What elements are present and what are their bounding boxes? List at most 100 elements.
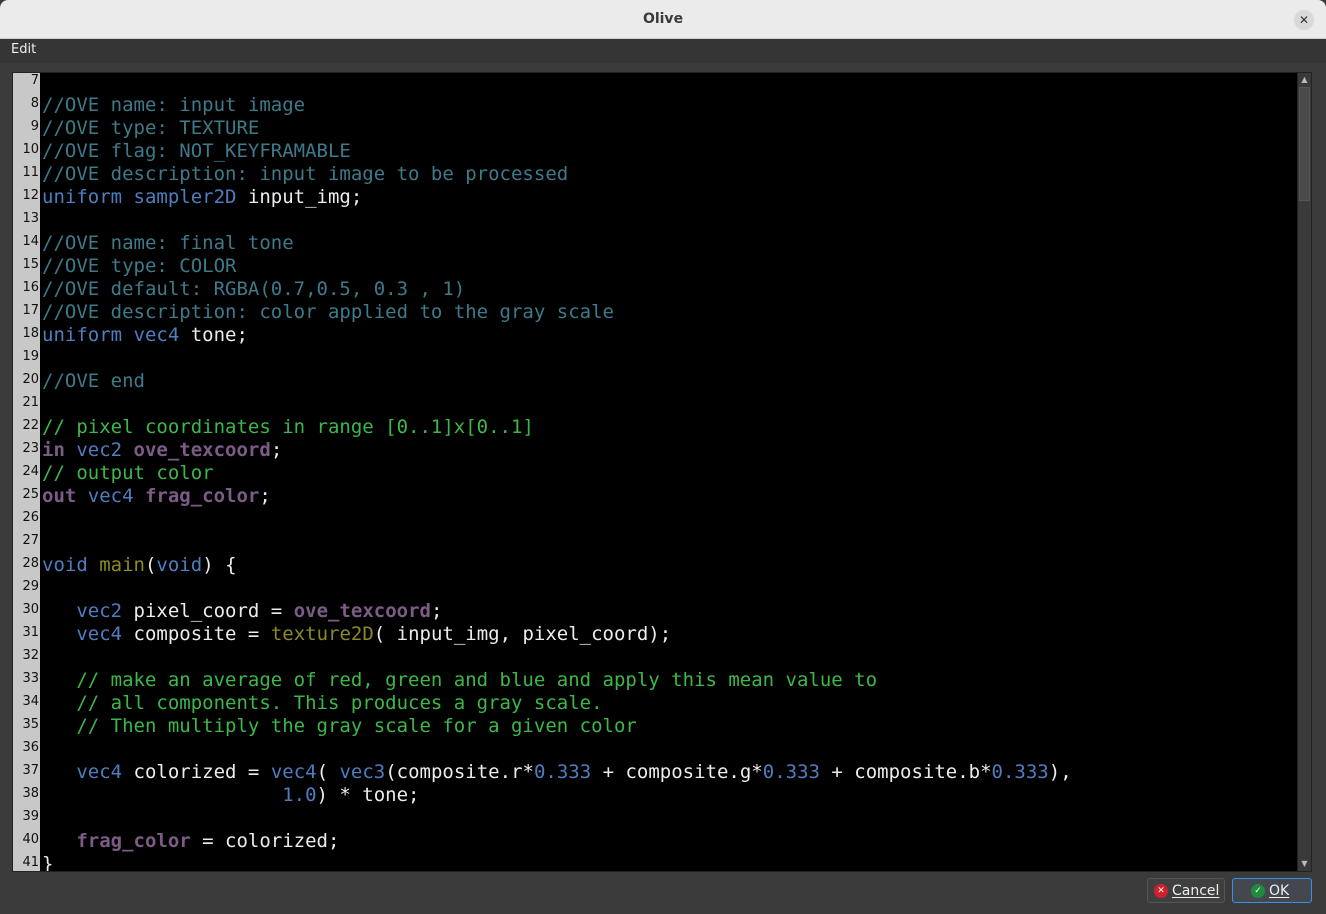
menu-edit[interactable]: Edit (11, 42, 36, 57)
code-line: 15//OVE type: COLOR (13, 255, 236, 278)
scrollbar-thumb[interactable] (1299, 87, 1310, 201)
code-lines: 7 8//OVE name: input image 9//OVE type: TE… (13, 73, 1071, 871)
code-token: //OVE flag: NOT_KEYFRAMABLE (42, 140, 351, 162)
code-text: // Then multiply the gray scale for a gi… (42, 715, 637, 738)
code-line: 12 uniform sampler2D input_img; (13, 186, 362, 209)
code-token: frag_color (144, 485, 260, 507)
line-number: 31 (22, 625, 39, 640)
code-token: //OVE description: color applied to the … (42, 301, 614, 323)
code-text: // make an average of red, green and blu… (42, 669, 877, 692)
scroll-down-icon[interactable]: ▼ (1299, 858, 1310, 870)
line-number: 24 (22, 464, 39, 479)
line-number: 23 (22, 441, 39, 456)
code-token: ( input_img, pixel_coord); (373, 623, 672, 645)
code-line: 8//OVE name: input image (13, 94, 305, 117)
code-token: tone; (190, 324, 248, 346)
code-line: 41} (13, 853, 53, 871)
code-line: 24// output color (13, 462, 213, 485)
code-text: 1.0) * tone; (42, 784, 420, 807)
code-line: 14//OVE name: final tone (13, 232, 293, 255)
code-line: 30 vec2 pixel_coord = ove_texcoord; (13, 600, 442, 623)
code-text: //OVE description: input image to be pro… (42, 163, 568, 186)
line-number: 36 (22, 740, 39, 755)
code-line: 23 in vec2 ove_texcoord; (13, 439, 282, 462)
line-number: 33 (22, 671, 39, 686)
code-line: 28 void main(void) { (13, 554, 236, 577)
code-token: frag_color (76, 830, 191, 852)
code-text: // all components. This produces a gray … (42, 692, 602, 715)
code-text: //OVE type: TEXTURE (42, 117, 259, 140)
code-text: frag_color = colorized; (42, 830, 339, 853)
code-token: + composite.b* (819, 761, 992, 783)
code-text: // output color (42, 462, 214, 485)
code-editor[interactable]: 7 8//OVE name: input image 9//OVE type: TE… (12, 72, 1312, 872)
code-line: 26 (13, 508, 40, 531)
code-token: input_img; (247, 186, 363, 208)
line-number: 38 (22, 786, 39, 801)
code-token: //OVE end (42, 370, 145, 392)
code-token: colorized = (133, 761, 271, 783)
code-token: texture2D (270, 623, 374, 645)
code-text: //OVE description: color applied to the … (42, 301, 614, 324)
code-text: vec4 colorized = vec4( vec3(composite.r*… (42, 761, 1071, 784)
code-token: // make an average of red, green and blu… (42, 669, 878, 691)
code-token: ; (430, 600, 443, 622)
line-number: 22 (22, 418, 39, 433)
line-number: 40 (22, 832, 39, 847)
line-number: 9 (30, 119, 39, 134)
code-token: //OVE name: input image (42, 94, 306, 116)
code-token: main (99, 554, 145, 576)
line-number: 34 (22, 694, 39, 709)
code-token: 0.333 (991, 761, 1049, 783)
close-icon[interactable]: ✕ (1294, 10, 1314, 30)
code-token: //OVE default: RGBA(0.7,0.5, 0.3 , 1) (42, 278, 466, 300)
ok-button[interactable]: ✓ OK (1232, 878, 1312, 903)
code-token: ) * tone; (316, 784, 420, 806)
line-number: 17 (22, 303, 39, 318)
code-token: vec3 (339, 761, 386, 783)
code-token: void (156, 554, 203, 576)
code-token: 1.0 (282, 784, 317, 806)
title-bar: Olive ✕ (0, 0, 1326, 39)
code-line: 29 (13, 577, 40, 600)
line-number: 10 (22, 142, 39, 157)
code-token: ( (316, 761, 340, 783)
code-text: } (42, 853, 53, 871)
code-token: ) { (202, 554, 237, 576)
code-text: //OVE name: input image (42, 94, 305, 117)
code-text: //OVE end (42, 370, 145, 393)
code-token: // output color (42, 462, 214, 484)
scroll-up-icon[interactable]: ▲ (1299, 74, 1310, 86)
vertical-scrollbar[interactable]: ▲ ▼ (1297, 73, 1311, 871)
code-token: out (42, 485, 88, 507)
code-token: vec2 (76, 439, 134, 461)
code-text: vec4 composite = texture2D( input_img, p… (42, 623, 671, 646)
code-token: ( (144, 554, 157, 576)
code-token: vec2 (76, 600, 134, 622)
code-line: 39 (13, 807, 40, 830)
code-token: ove_texcoord (133, 439, 271, 461)
code-token: //OVE description: input image to be pro… (42, 163, 569, 185)
line-number: 27 (22, 533, 39, 548)
menu-bar: Edit (0, 39, 1326, 63)
line-number: 25 (22, 487, 39, 502)
code-line: 18 uniform vec4 tone; (13, 324, 247, 347)
code-line: 7 (13, 73, 40, 94)
window-title: Olive (642, 11, 684, 27)
line-number: 39 (22, 809, 39, 824)
code-token: + composite.g* (591, 761, 763, 783)
code-token: uniform vec4 (42, 324, 191, 346)
line-number: 19 (22, 349, 39, 364)
code-line: 35 // Then multiply the gray scale for a… (13, 715, 636, 738)
line-number: 29 (22, 579, 39, 594)
code-token: vec4 (76, 761, 134, 783)
code-line: 13 (13, 209, 40, 232)
code-token: //OVE type: COLOR (42, 255, 237, 277)
code-token: //OVE name: final tone (42, 232, 294, 254)
line-number: 14 (22, 234, 39, 249)
cancel-button[interactable]: ✕ Cancel (1147, 878, 1225, 903)
code-line: 19 (13, 347, 40, 370)
code-token: vec4 (270, 761, 317, 783)
